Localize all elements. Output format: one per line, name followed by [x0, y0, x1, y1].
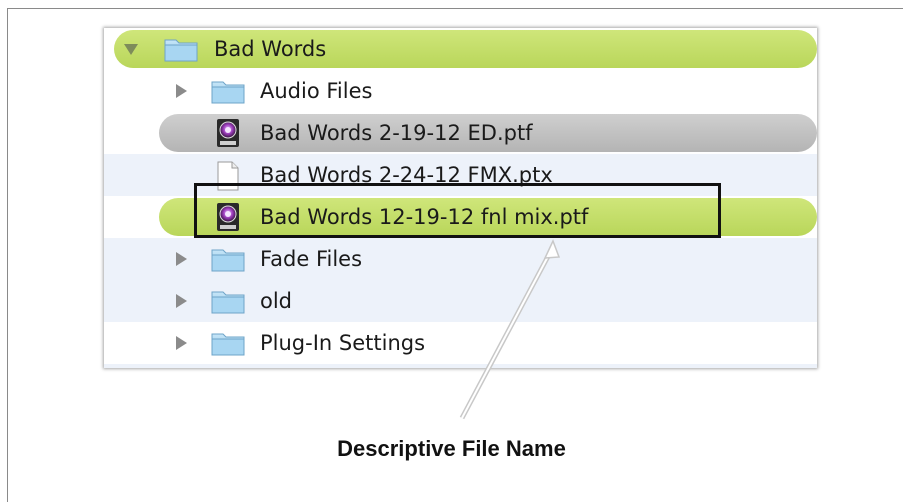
- annotation-pointer-line: [459, 239, 561, 420]
- annotation-caption: Descriptive File Name: [337, 436, 566, 461]
